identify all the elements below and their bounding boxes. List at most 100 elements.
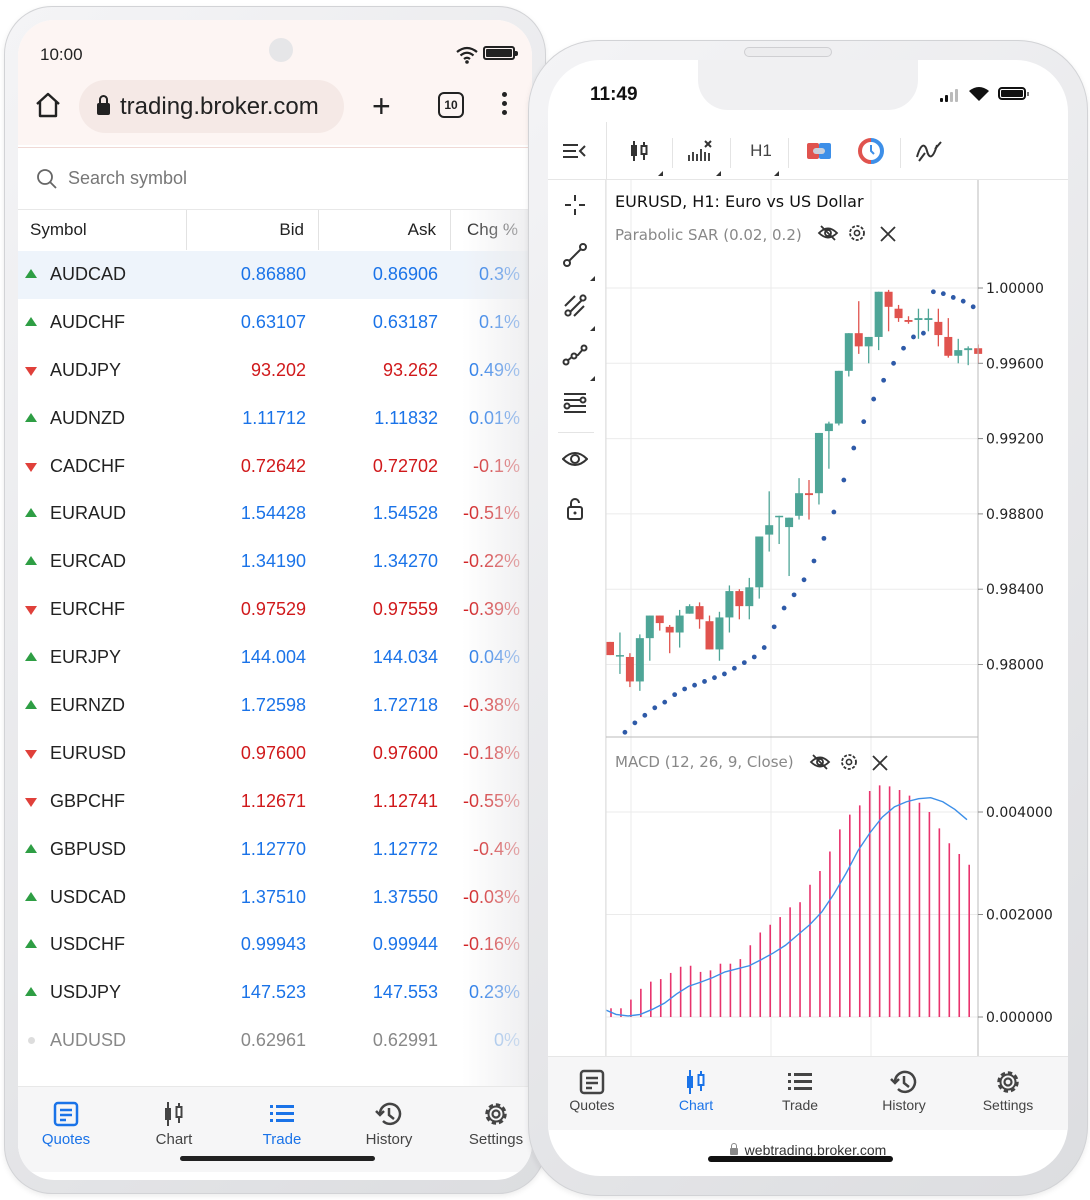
bid-cell: 1.12770 [240,838,306,859]
change-cell: 0.04% [468,647,520,668]
home-icon[interactable] [34,92,62,118]
ask-cell: 93.262 [382,359,438,380]
quote-row[interactable]: EURNZD 1.72598 1.72718 -0.38% [18,682,532,730]
candle-bullish [864,336,873,347]
sar-dot [791,592,797,598]
nav-tab-settings[interactable]: Settings [446,1097,532,1148]
quote-row[interactable]: EURCHF 0.97529 0.97559 -0.39% [18,586,532,634]
tab-count-button[interactable]: 10 [438,92,464,118]
sar-settings-icon[interactable] [849,225,865,241]
timeframe-button[interactable]: H1 [744,132,778,170]
macd-remove-icon[interactable] [872,755,888,771]
candle-bullish [645,615,654,639]
chart-area[interactable]: 1.00000 0.99600 0.99200 0.98800 0.98400 0.980… [603,180,1068,1092]
quote-row[interactable]: USDJPY 147.523 147.553 0.23% [18,969,532,1017]
change-cell: 0.3% [478,264,520,284]
wifi-icon [456,46,478,64]
arrow-down-icon [25,606,37,616]
browser-url-footer[interactable]: webtrading.broker.com [548,1130,1068,1170]
ask-cell: 1.11832 [374,407,438,428]
price-axis-label: 0.98000 [986,658,1044,674]
nav-tab-history[interactable]: History [854,1067,954,1113]
column-header-bid[interactable]: Bid [187,210,319,250]
price-axis-label: 0.99200 [986,432,1044,448]
nav-tab-trade[interactable]: Trade [750,1067,850,1113]
quote-row[interactable]: CADCHF 0.72642 0.72702 -0.1% [18,443,532,491]
lock-drawings-tool[interactable] [560,494,590,524]
sar-dot [751,654,757,660]
candle-bullish [615,655,624,657]
indicator-template-button[interactable] [912,132,946,170]
price-axis-label: 0.98800 [986,507,1044,523]
candle-bullish [775,515,784,518]
quote-row[interactable]: AUDUSD 0.62961 0.62991 0% [18,1017,532,1065]
quote-row[interactable]: GBPUSD 1.12770 1.12772 -0.4% [18,826,532,874]
sar-dot [622,729,628,735]
macd-axis-label: 0.000000 [986,1010,1053,1026]
nav-tab-chart[interactable]: Chart [124,1097,224,1148]
nav-tab-quotes[interactable]: Quotes [548,1067,642,1113]
candle-bullish [824,423,833,432]
sar-hide-icon[interactable] [817,225,839,241]
bid-cell: 0.63107 [240,311,306,332]
polyline-tool[interactable] [560,340,590,370]
nav-tab-settings[interactable]: Settings [958,1067,1058,1113]
polyline-icon [562,344,588,366]
address-bar[interactable]: trading.broker.com [79,80,344,133]
nav-label: Settings [982,1097,1034,1113]
collapse-panel-button[interactable] [558,132,590,170]
quote-row[interactable]: EURAUD 1.54428 1.54528 -0.51% [18,490,532,538]
crosshair-tool[interactable] [560,190,590,220]
left-phone-screen: 10:00 trading.broker.com + 10 Search sym… [18,20,532,1180]
visibility-tool[interactable] [560,444,590,474]
fibonacci-tool[interactable] [560,388,590,418]
bid-cell: 0.97529 [240,599,306,620]
column-header-symbol[interactable]: Symbol [18,210,187,250]
session-clock-button[interactable] [854,132,888,170]
more-menu-icon[interactable] [502,92,507,115]
channel-tool[interactable] [560,290,590,320]
quote-row[interactable]: EURJPY 144.004 144.034 0.04% [18,634,532,682]
indicators-button[interactable] [682,132,718,170]
candle-bearish [934,321,943,336]
sar-dot [692,682,697,688]
nav-tab-history[interactable]: History [339,1097,439,1148]
new-tab-icon[interactable]: + [372,90,391,122]
candlestick-icon [631,141,648,161]
chart-canvas[interactable]: 1.00000 0.99600 0.99200 0.98800 0.98400 0.980… [603,180,1068,1092]
candle-bearish [625,656,634,682]
quote-row[interactable]: AUDCHF 0.63107 0.63187 0.1% [18,299,532,347]
quotes-table-header: Symbol Bid Ask Chg % [18,209,532,250]
column-header-ask[interactable]: Ask [319,210,451,250]
search-symbol-input[interactable]: Search symbol [18,147,532,209]
change-cell: -0.03% [462,886,520,907]
quote-row[interactable]: AUDCAD 0.86880 0.86906 0.3% [18,251,532,299]
chart-type-button[interactable] [622,132,656,170]
one-click-trading-button[interactable] [802,132,836,170]
sar-dot [960,298,966,304]
nav-tab-quotes[interactable]: Quotes [18,1097,116,1148]
candle-bullish [675,615,684,633]
lock-icon [97,95,110,115]
ask-cell: 0.72702 [372,455,438,476]
nav-tab-trade[interactable]: Trade [232,1097,332,1148]
trendline-tool[interactable] [560,240,590,270]
quote-row[interactable]: GBPCHF 1.12671 1.12741 -0.55% [18,778,532,826]
nav-tab-chart[interactable]: Chart [646,1067,746,1113]
macd-settings-icon[interactable] [841,754,857,770]
candle-bearish [705,621,714,650]
quote-row[interactable]: EURUSD 0.97600 0.97600 -0.18% [18,730,532,778]
front-camera [269,38,293,62]
quote-row[interactable]: EURCAD 1.34190 1.34270 -0.22% [18,538,532,586]
nav-label: History [882,1097,926,1113]
price-axis-label: 0.99600 [986,356,1044,372]
quote-row[interactable]: AUDNZD 1.11712 1.11832 0.01% [18,395,532,443]
column-header-chg[interactable]: Chg % [451,210,532,250]
sar-remove-icon[interactable] [880,226,896,242]
candle-bearish [695,606,704,620]
quote-row[interactable]: AUDJPY 93.202 93.262 0.49% [18,347,532,395]
quote-row[interactable]: USDCAD 1.37510 1.37550 -0.03% [18,874,532,922]
quote-row[interactable]: USDCHF 0.99943 0.99944 -0.16% [18,921,532,969]
price-axis-label: 0.98400 [986,582,1044,598]
macd-hide-icon[interactable] [809,754,831,770]
